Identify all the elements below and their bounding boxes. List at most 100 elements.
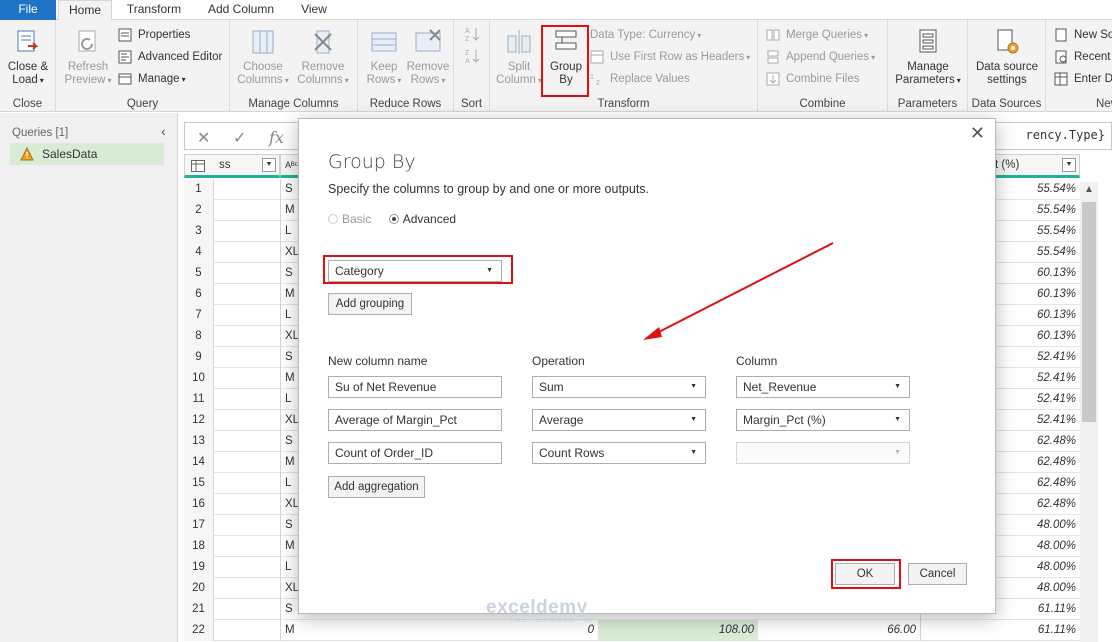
advanced-radio-icon bbox=[388, 214, 399, 224]
dialog-close-icon[interactable]: ✕ bbox=[970, 123, 985, 144]
keep-rows-button[interactable]: Keep Rows ▾ bbox=[364, 26, 404, 87]
margin-cell[interactable]: 61.11% bbox=[920, 620, 1080, 641]
manage-label: Manage bbox=[138, 73, 180, 85]
row-number[interactable]: 17 bbox=[184, 515, 214, 536]
tab-transform[interactable]: Transform bbox=[118, 0, 190, 20]
row-number[interactable]: 13 bbox=[184, 431, 214, 452]
group-combine: Merge Queries ▾ Append Queries ▾ Combine F… bbox=[758, 20, 888, 112]
row-number[interactable]: 11 bbox=[184, 389, 214, 410]
column-header-2[interactable]: Aᴮᶜ bbox=[280, 154, 300, 178]
vertical-scrollbar[interactable]: ▲ bbox=[1080, 182, 1098, 642]
add-aggregation-button[interactable]: Add aggregation bbox=[328, 476, 425, 498]
choose-columns-button[interactable]: Choose Columns ▾ bbox=[236, 26, 290, 87]
aggregation-operation-select-1[interactable]: Sum ▼ bbox=[532, 376, 706, 398]
row-number[interactable]: 6 bbox=[184, 284, 214, 305]
remove-rows-icon bbox=[415, 29, 441, 52]
column-margin-filter-icon[interactable]: ▼ bbox=[1062, 158, 1076, 172]
append-queries-button[interactable]: Append Queries ▾ bbox=[766, 48, 875, 66]
remove-rows-button[interactable]: Remove Rows ▾ bbox=[406, 26, 450, 87]
aggregation-name-input-2[interactable]: Average of Margin_Pct bbox=[328, 409, 502, 431]
add-grouping-button[interactable]: Add grouping bbox=[328, 293, 412, 315]
row-number[interactable]: 7 bbox=[184, 305, 214, 326]
advanced-radio[interactable]: Advanced bbox=[388, 212, 456, 226]
svg-text:Z: Z bbox=[465, 36, 470, 42]
fx-icon[interactable]: fx bbox=[269, 128, 284, 147]
row-number[interactable]: 8 bbox=[184, 326, 214, 347]
confirm-formula-icon[interactable]: ✓ bbox=[233, 128, 246, 148]
group-by-button[interactable]: Group By bbox=[546, 26, 586, 87]
combine-files-button[interactable]: Combine Files bbox=[766, 70, 860, 88]
basic-radio[interactable]: Basic bbox=[328, 212, 371, 226]
grouping-column-select[interactable]: Category ▼ bbox=[328, 260, 502, 282]
row-number[interactable]: 15 bbox=[184, 473, 214, 494]
aggregation-name-input-3[interactable]: Count of Order_ID bbox=[328, 442, 502, 464]
ribbon-tabbar: File Home Transform Add Column View bbox=[0, 0, 1112, 21]
row-number[interactable]: 1 bbox=[184, 179, 214, 200]
row-number[interactable]: 19 bbox=[184, 557, 214, 578]
data-source-settings-icon bbox=[997, 29, 1019, 54]
merge-label: Merge Queries bbox=[786, 29, 863, 41]
sort-ascending-button[interactable]: AZ bbox=[464, 26, 480, 44]
properties-button[interactable]: Properties bbox=[118, 26, 190, 44]
tab-file[interactable]: File bbox=[0, 0, 56, 20]
row-number[interactable]: 4 bbox=[184, 242, 214, 263]
cancel-button[interactable]: Cancel bbox=[908, 563, 967, 585]
advanced-editor-label: Advanced Editor bbox=[138, 51, 223, 63]
aggregation-operation-select-2[interactable]: Average ▼ bbox=[532, 409, 706, 431]
scroll-up-icon[interactable]: ▲ bbox=[1084, 184, 1094, 195]
append-label: Append Queries bbox=[786, 51, 870, 63]
ok-button[interactable]: OK bbox=[835, 563, 895, 585]
refresh-label: Refresh bbox=[67, 61, 109, 73]
refresh-preview-button[interactable]: Refresh Preview ▾ bbox=[60, 26, 116, 87]
row-number[interactable]: 22 bbox=[184, 620, 214, 641]
enter-data-icon bbox=[1054, 72, 1068, 86]
aggregation-column-select-2[interactable]: Margin_Pct (%) ▼ bbox=[736, 409, 910, 431]
row-number[interactable]: 3 bbox=[184, 221, 214, 242]
tab-add-column[interactable]: Add Column bbox=[200, 0, 282, 20]
row-number[interactable]: 12 bbox=[184, 410, 214, 431]
sort-ascending-icon: AZ bbox=[465, 28, 480, 43]
use-first-row-headers-button[interactable]: Use First Row as Headers ▾ bbox=[590, 48, 750, 66]
column-1-filter-icon[interactable]: ▼ bbox=[262, 158, 276, 172]
query-item-salesdata[interactable]: SalesData bbox=[10, 143, 164, 165]
row-number[interactable]: 9 bbox=[184, 347, 214, 368]
recent-sources-button[interactable]: Recent bbox=[1054, 48, 1110, 66]
row-number[interactable]: 18 bbox=[184, 536, 214, 557]
tab-view[interactable]: View bbox=[292, 0, 336, 20]
aggregation-column-select-1[interactable]: Net_Revenue ▼ bbox=[736, 376, 910, 398]
manage-query-button[interactable]: Manage ▾ bbox=[118, 70, 186, 88]
data-source-label-2: settings bbox=[987, 74, 1027, 86]
replace-values-button[interactable]: 12 Replace Values bbox=[590, 70, 690, 88]
cancel-formula-icon[interactable]: ✕ bbox=[197, 128, 210, 148]
manage-params-label: Manage bbox=[907, 61, 949, 73]
sort-descending-button[interactable]: ZA bbox=[464, 48, 480, 66]
tab-home[interactable]: Home bbox=[58, 0, 112, 21]
merge-queries-button[interactable]: Merge Queries ▾ bbox=[766, 26, 868, 44]
remove-columns-button[interactable]: Remove Columns ▾ bbox=[294, 26, 352, 87]
new-source-button[interactable]: New So bbox=[1054, 26, 1112, 44]
row-number[interactable]: 14 bbox=[184, 452, 214, 473]
row-number[interactable]: 5 bbox=[184, 263, 214, 284]
row-number[interactable]: 21 bbox=[184, 599, 214, 620]
enter-data-button[interactable]: Enter D bbox=[1054, 70, 1112, 88]
column-header-1[interactable]: ss ▼ bbox=[184, 154, 280, 178]
svg-text:1: 1 bbox=[590, 74, 594, 81]
new-source-icon bbox=[1055, 28, 1067, 42]
row-number[interactable]: 16 bbox=[184, 494, 214, 515]
row-number[interactable]: 2 bbox=[184, 200, 214, 221]
data-type-button[interactable]: Data Type: Currency ▾ bbox=[590, 26, 701, 44]
manage-parameters-button[interactable]: Manage Parameters ▾ bbox=[894, 26, 962, 87]
advanced-editor-button[interactable]: Advanced Editor bbox=[118, 48, 222, 66]
size-cell[interactable]: M bbox=[280, 620, 440, 641]
data-source-settings-button[interactable]: Data source settings bbox=[972, 26, 1042, 87]
close-load-button[interactable]: Close & Load ▾ bbox=[6, 26, 50, 87]
row-number[interactable]: 20 bbox=[184, 578, 214, 599]
aggregation-name-input-1[interactable]: Su of Net Revenue bbox=[328, 376, 502, 398]
column-value-2: Margin_Pct (%) bbox=[743, 413, 826, 427]
collapse-pane-icon[interactable]: ‹ bbox=[161, 123, 166, 139]
split-column-button[interactable]: Split Column ▾ bbox=[496, 26, 542, 87]
aggregation-operation-select-3[interactable]: Count Rows ▼ bbox=[532, 442, 706, 464]
formula-text[interactable]: rency.Type} bbox=[1026, 128, 1105, 142]
row-number[interactable]: 10 bbox=[184, 368, 214, 389]
scroll-thumb[interactable] bbox=[1082, 202, 1096, 422]
